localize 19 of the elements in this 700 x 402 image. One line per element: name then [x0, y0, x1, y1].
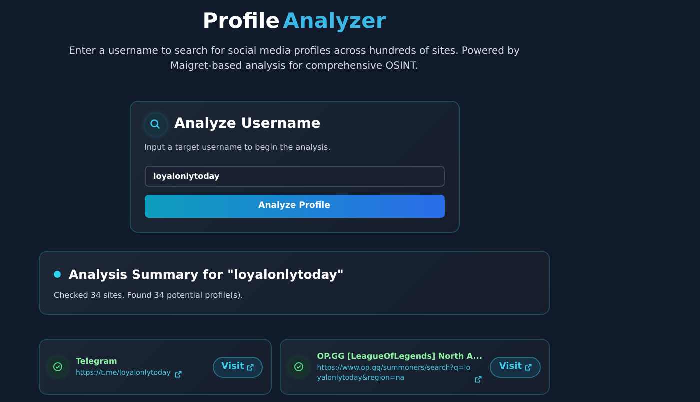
- external-link-icon: [475, 376, 482, 384]
- card-title: Analyze Username: [174, 115, 321, 134]
- search-icon: [144, 114, 166, 136]
- external-link-icon: [174, 371, 182, 378]
- analyze-button[interactable]: Analyze Profile: [144, 194, 444, 218]
- external-link-icon: [525, 364, 532, 371]
- card-description: Input a target username to begin the analysis.: [144, 142, 332, 154]
- subtitle: Enter a username to search for social media profiles across hundreds of sites. Powered by Maigret-based analysis for comprehensive OSINT.: [68, 44, 521, 74]
- visit-button[interactable]: Visit: [490, 356, 541, 378]
- page-title: Profile: [202, 8, 280, 35]
- summary-text: Checked 34 sites. Found 34 potential profile(s).: [54, 290, 244, 302]
- site-name: OP.GG [LeagueOfLegends] North A...: [317, 351, 482, 364]
- summary-title: Analysis Summary for "loyalonlytoday": [69, 266, 344, 284]
- site-name: Telegram: [76, 356, 118, 368]
- title-accent: Analyzer: [283, 8, 386, 35]
- username-input[interactable]: loyalonlytoday: [144, 166, 444, 186]
- visit-button[interactable]: Visit: [212, 356, 264, 378]
- external-link-icon: [247, 364, 254, 371]
- status-dot: [54, 271, 61, 278]
